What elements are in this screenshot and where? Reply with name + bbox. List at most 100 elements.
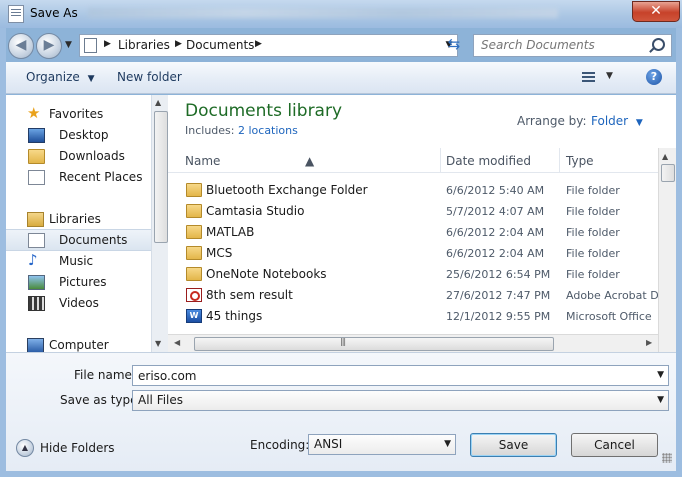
save-options-panel: File name: ▼ Save as type: All Files ▼ ▲… xyxy=(6,352,676,471)
column-header-row: ▲ Name Date modified Type xyxy=(168,148,658,173)
word-icon: W xyxy=(186,309,202,323)
search-box[interactable] xyxy=(473,34,672,57)
sidebar-item-recent-places[interactable]: Recent Places xyxy=(6,167,151,187)
file-name-input[interactable] xyxy=(133,366,647,385)
sidebar-item-downloads[interactable]: Downloads xyxy=(6,146,151,166)
scrollbar-thumb[interactable] xyxy=(154,111,168,243)
recent-pages-dropdown[interactable]: ▼ xyxy=(65,40,72,50)
sidebar-item-pictures[interactable]: Pictures xyxy=(6,272,151,292)
chevron-down-icon[interactable]: ▼ xyxy=(657,395,664,405)
pdf-icon xyxy=(186,288,202,302)
scroll-up-icon[interactable]: ▲ xyxy=(155,98,161,107)
save-button[interactable]: Save xyxy=(470,433,557,457)
sidebar-item-label: Documents xyxy=(59,233,128,247)
save-as-type-label: Save as type: xyxy=(60,393,142,407)
sidebar-item-documents[interactable]: Documents xyxy=(6,229,151,251)
file-row[interactable]: W 45 things 12/1/2012 9:55 PM Microsoft … xyxy=(168,306,658,327)
view-options-dropdown[interactable]: ▼ xyxy=(606,71,613,81)
new-folder-button[interactable]: New folder xyxy=(117,70,182,84)
library-includes: Includes: 2 locations xyxy=(185,124,298,137)
sidebar-item-computer[interactable]: Computer xyxy=(6,335,151,352)
computer-icon xyxy=(27,338,44,352)
window-border-bottom xyxy=(0,470,682,477)
breadcrumb-libraries[interactable]: Libraries xyxy=(118,38,170,52)
breadcrumb-separator-icon[interactable]: ▶ xyxy=(255,39,262,49)
music-icon: ♪ xyxy=(28,251,38,269)
file-name: Bluetooth Exchange Folder xyxy=(206,183,368,197)
includes-label: Includes: xyxy=(185,124,235,137)
scroll-left-icon[interactable]: ◀ xyxy=(174,338,180,347)
file-name: OneNote Notebooks xyxy=(206,267,327,281)
scroll-right-icon[interactable]: ▶ xyxy=(646,338,652,347)
help-icon[interactable]: ? xyxy=(646,69,662,85)
scroll-down-icon[interactable]: ▼ xyxy=(155,339,161,348)
refresh-button[interactable]: ⇆ xyxy=(443,35,465,55)
encoding-value: ANSI xyxy=(314,437,343,451)
close-button[interactable]: ✕ xyxy=(632,1,680,22)
file-list-horizontal-scrollbar[interactable]: ◀ ||| ▶ xyxy=(168,334,658,353)
back-button[interactable]: ◀ xyxy=(8,33,34,59)
save-as-type-select[interactable]: All Files ▼ xyxy=(132,390,669,411)
downloads-folder-icon xyxy=(28,149,45,164)
file-row[interactable]: 8th sem result 27/6/2012 7:47 PM Adobe A… xyxy=(168,285,658,306)
navigation-pane-scrollbar[interactable]: ▲ ▼ xyxy=(151,95,169,352)
sidebar-item-desktop[interactable]: Desktop xyxy=(6,125,151,145)
file-name-combobox[interactable]: ▼ xyxy=(132,365,669,386)
column-header-type[interactable]: Type xyxy=(566,154,594,168)
libraries-icon xyxy=(27,212,44,227)
file-row[interactable]: MCS 6/6/2012 2:04 AM File folder xyxy=(168,243,658,264)
column-header-date[interactable]: Date modified xyxy=(446,154,531,168)
arrange-by-dropdown[interactable]: Folder ▼ xyxy=(591,114,643,128)
file-type: Adobe Acrobat D xyxy=(566,289,658,302)
arrange-by-label: Arrange by: xyxy=(517,114,587,128)
search-icon[interactable] xyxy=(652,38,665,51)
documents-icon xyxy=(28,233,45,248)
navigation-pane: ★ Favorites Desktop Downloads Recent Pla… xyxy=(6,95,151,352)
sidebar-item-label: Computer xyxy=(49,338,109,352)
scrollbar-grip-icon: ||| xyxy=(340,337,346,346)
sidebar-item-label: Desktop xyxy=(59,128,109,142)
change-view-icon[interactable] xyxy=(582,71,595,83)
sidebar-item-favorites[interactable]: ★ Favorites xyxy=(6,104,151,124)
recent-places-icon xyxy=(28,170,45,185)
locations-link[interactable]: 2 locations xyxy=(238,124,298,137)
chevron-down-icon: ▼ xyxy=(87,74,95,84)
sidebar-item-videos[interactable]: Videos xyxy=(6,293,151,313)
forward-button[interactable]: ▶ xyxy=(36,33,62,59)
library-page-icon xyxy=(84,38,97,53)
file-type: File folder xyxy=(566,226,620,239)
breadcrumb-separator-icon[interactable]: ▶ xyxy=(175,39,182,49)
file-name: 45 things xyxy=(206,309,263,323)
folder-icon xyxy=(186,246,202,260)
cancel-button[interactable]: Cancel xyxy=(571,433,658,457)
file-row[interactable]: Camtasia Studio 5/7/2012 4:07 AM File fo… xyxy=(168,201,658,222)
chevron-down-icon[interactable]: ▼ xyxy=(657,370,664,380)
scrollbar-thumb[interactable] xyxy=(661,164,675,182)
pictures-icon xyxy=(28,275,45,290)
file-row[interactable]: OneNote Notebooks 25/6/2012 6:54 PM File… xyxy=(168,264,658,285)
arrange-by-value: Folder xyxy=(591,114,629,128)
sidebar-item-music[interactable]: ♪ Music xyxy=(6,251,151,271)
sidebar-item-label: Libraries xyxy=(49,212,101,226)
breadcrumb-documents[interactable]: Documents xyxy=(186,38,254,52)
scrollbar-thumb[interactable] xyxy=(194,337,554,351)
chevron-down-icon[interactable]: ▼ xyxy=(444,439,451,449)
search-input[interactable] xyxy=(474,35,656,54)
file-row[interactable]: Bluetooth Exchange Folder 6/6/2012 5:40 … xyxy=(168,180,658,201)
column-header-name[interactable]: Name xyxy=(185,154,220,168)
encoding-select[interactable]: ANSI ▼ xyxy=(308,434,456,455)
file-list-vertical-scrollbar[interactable]: ▲ xyxy=(658,148,676,352)
scroll-up-icon[interactable]: ▲ xyxy=(662,152,668,161)
column-divider[interactable] xyxy=(440,148,441,172)
column-divider[interactable] xyxy=(559,148,560,172)
sidebar-item-libraries[interactable]: Libraries xyxy=(6,209,151,229)
file-date: 12/1/2012 9:55 PM xyxy=(446,310,551,323)
file-row[interactable]: MATLAB 6/6/2012 2:04 AM File folder xyxy=(168,222,658,243)
resize-grip-icon[interactable] xyxy=(662,453,672,463)
organize-button[interactable]: Organize ▼ xyxy=(26,70,95,84)
file-date: 6/6/2012 2:04 AM xyxy=(446,226,545,239)
address-bar[interactable]: ▶ Libraries ▶ Documents ▶ xyxy=(79,34,443,57)
breadcrumb-separator-icon[interactable]: ▶ xyxy=(104,39,111,49)
title-blurred-text xyxy=(88,8,558,18)
encoding-label: Encoding: xyxy=(250,438,310,452)
